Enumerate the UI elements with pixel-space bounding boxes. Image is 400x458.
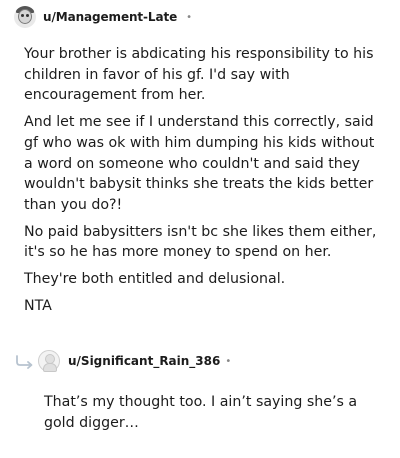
comment-paragraph: And let me see if I understand this corr… bbox=[24, 114, 375, 213]
reply-body: That’s my thought too. I ain’t saying sh… bbox=[44, 392, 384, 433]
comment-paragraph: No paid babysitters isn't bc she likes t… bbox=[24, 223, 377, 261]
separator-dot: • bbox=[186, 11, 193, 23]
comment-paragraph: Your brother is abdicating his responsib… bbox=[24, 46, 374, 104]
comment-username[interactable]: u/Management-Late bbox=[43, 10, 177, 24]
reply-arrow-icon bbox=[16, 355, 33, 369]
snoo-avatar-icon[interactable] bbox=[14, 6, 36, 28]
reply-username[interactable]: u/Significant_Rain_386 bbox=[68, 354, 220, 368]
comment-paragraph: They're both entitled and delusional. bbox=[24, 271, 286, 288]
comment-paragraph: NTA bbox=[24, 297, 52, 314]
separator-dot: • bbox=[225, 355, 232, 367]
reply-header: u/Significant_Rain_386 • bbox=[14, 350, 231, 372]
reply-paragraph: That’s my thought too. I ain’t saying sh… bbox=[44, 394, 358, 431]
comment-header: u/Management-Late • bbox=[14, 4, 192, 30]
comment-body: Your brother is abdicating his responsib… bbox=[24, 44, 384, 322]
default-avatar-icon[interactable] bbox=[38, 350, 60, 372]
